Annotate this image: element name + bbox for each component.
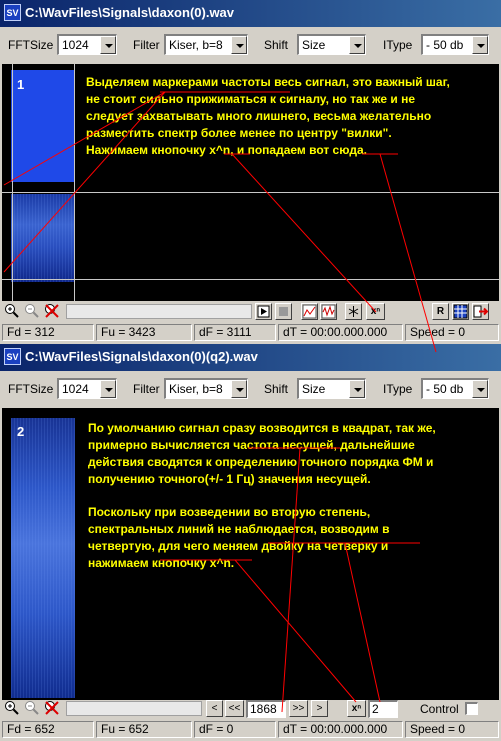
- chevron-down-icon[interactable]: [472, 380, 488, 398]
- status-dt: dT = 00:00.000.000: [278, 721, 403, 738]
- marker-line-left[interactable]: [12, 64, 13, 301]
- chevron-down-icon[interactable]: [100, 380, 116, 398]
- toolbar: FFTSize 1024 Filter Kiser, b=8 Shift Siz…: [0, 371, 501, 408]
- waterfall-noise: [11, 418, 75, 698]
- play-icon[interactable]: [255, 303, 272, 320]
- status-speed: Speed = 0: [405, 721, 499, 738]
- status-fu: Fu = 652: [96, 721, 192, 738]
- chevron-down-icon[interactable]: [231, 36, 247, 54]
- itype-label: IType: [383, 38, 413, 52]
- spectrum-plot[interactable]: 2 По умолчанию сигнал сразу возводится в…: [2, 408, 499, 700]
- itype-select[interactable]: - 50 db: [421, 378, 489, 399]
- nav-prev-button[interactable]: <: [206, 700, 223, 717]
- power-input[interactable]: 2: [368, 700, 398, 718]
- shift-value: Size: [302, 382, 326, 396]
- xn-power-button[interactable]: xⁿ: [347, 700, 366, 717]
- shift-select[interactable]: Size: [297, 378, 366, 399]
- nav-next-button[interactable]: >: [311, 700, 328, 717]
- bottom-toolbar: < << 1868 >> > xⁿ 2 Control: [0, 698, 501, 720]
- status-fu: Fu = 3423: [96, 324, 192, 341]
- app-icon: SV: [4, 348, 21, 365]
- waterfall-noise: [11, 194, 75, 282]
- horizontal-scrollbar[interactable]: [66, 701, 202, 716]
- status-bar: Fd = 652 Fu = 652 dF = 0 dT = 00:00.000.…: [0, 720, 501, 739]
- window-2: SV C:\WavFiles\Signals\daxon(0)(q2).wav …: [0, 344, 501, 741]
- zoom-out-icon[interactable]: [23, 303, 40, 320]
- title-bar[interactable]: SV C:\WavFiles\Signals\daxon(0).wav: [0, 0, 501, 27]
- horizontal-scrollbar[interactable]: [66, 304, 252, 319]
- spectrum-chart-icon[interactable]: [301, 303, 318, 320]
- shift-label: Shift: [264, 382, 289, 396]
- nav-prev-fast-button[interactable]: <<: [225, 700, 244, 717]
- divider-line: [2, 192, 499, 193]
- zoom-in-icon[interactable]: [3, 303, 20, 320]
- fftsize-value: 1024: [62, 382, 89, 396]
- waveform-chart-icon[interactable]: [320, 303, 337, 320]
- title-bar[interactable]: SV C:\WavFiles\Signals\daxon(0)(q2).wav: [0, 344, 501, 371]
- shift-value: Size: [302, 38, 326, 52]
- itype-select[interactable]: - 50 db: [421, 34, 489, 55]
- spectrum-plot[interactable]: 1 Выделяем маркерами частоты весь сигнал…: [2, 64, 499, 301]
- stop-icon[interactable]: [275, 303, 292, 320]
- filter-value: Kiser, b=8: [169, 38, 223, 52]
- marker-icon[interactable]: [345, 303, 362, 320]
- plot-number: 2: [17, 424, 25, 439]
- zoom-in-icon[interactable]: [3, 700, 20, 717]
- fftsize-label: FFTSize: [8, 382, 54, 396]
- filter-label: Filter: [133, 38, 160, 52]
- itype-label: IType: [383, 382, 413, 396]
- clear-zoom-icon[interactable]: [43, 700, 60, 717]
- filter-value: Kiser, b=8: [169, 382, 223, 396]
- fftsize-label: FFTSize: [8, 38, 54, 52]
- itype-value: - 50 db: [426, 382, 464, 396]
- annotation-text-2: Поскольку при возведении во вторую степе…: [88, 505, 390, 570]
- toolbar: FFTSize 1024 Filter Kiser, b=8 Shift Siz…: [0, 27, 501, 64]
- status-df: dF = 0: [194, 721, 276, 738]
- clear-zoom-icon[interactable]: [43, 303, 60, 320]
- filter-label: Filter: [133, 382, 160, 396]
- chevron-down-icon[interactable]: [472, 36, 488, 54]
- window-1: SV C:\WavFiles\Signals\daxon(0).wav FFTS…: [0, 0, 501, 344]
- xn-power-button[interactable]: xⁿ: [366, 303, 385, 320]
- r-button[interactable]: R: [432, 303, 449, 320]
- control-checkbox[interactable]: [465, 702, 478, 715]
- fftsize-value: 1024: [62, 38, 89, 52]
- shift-label: Shift: [264, 38, 289, 52]
- fftsize-select[interactable]: 1024: [57, 34, 117, 55]
- chevron-down-icon[interactable]: [349, 380, 365, 398]
- chevron-down-icon[interactable]: [100, 36, 116, 54]
- itype-value: - 50 db: [426, 38, 464, 52]
- control-label: Control: [420, 702, 459, 716]
- fftsize-select[interactable]: 1024: [57, 378, 117, 399]
- status-bar: Fd = 312 Fu = 3423 dF = 3111 dT = 00:00.…: [0, 323, 501, 342]
- filter-select[interactable]: Kiser, b=8: [164, 34, 248, 55]
- status-speed: Speed = 0: [405, 324, 499, 341]
- marker-line-horizontal[interactable]: [2, 279, 499, 280]
- chevron-down-icon[interactable]: [349, 36, 365, 54]
- annotation-text-1: По умолчанию сигнал сразу возводится в к…: [88, 421, 436, 486]
- bottom-toolbar: xⁿ R: [0, 301, 501, 323]
- filter-select[interactable]: Kiser, b=8: [164, 378, 248, 399]
- annotation-text: Выделяем маркерами частоты весь сигнал, …: [86, 75, 450, 157]
- status-df: dF = 3111: [194, 324, 276, 341]
- grid-icon[interactable]: [452, 303, 469, 320]
- exit-icon[interactable]: [472, 303, 489, 320]
- position-field[interactable]: 1868: [246, 700, 286, 718]
- zoom-out-icon[interactable]: [23, 700, 40, 717]
- window-title: C:\WavFiles\Signals\daxon(0)(q2).wav: [25, 349, 258, 364]
- chevron-down-icon[interactable]: [231, 380, 247, 398]
- plot-number: 1: [17, 77, 25, 92]
- shift-select[interactable]: Size: [297, 34, 366, 55]
- status-fd: Fd = 312: [2, 324, 94, 341]
- window-title: C:\WavFiles\Signals\daxon(0).wav: [25, 5, 235, 20]
- marker-line-right[interactable]: [74, 64, 75, 301]
- app-icon: SV: [4, 4, 21, 21]
- status-dt: dT = 00:00.000.000: [278, 324, 403, 341]
- status-fd: Fd = 652: [2, 721, 94, 738]
- nav-next-fast-button[interactable]: >>: [289, 700, 308, 717]
